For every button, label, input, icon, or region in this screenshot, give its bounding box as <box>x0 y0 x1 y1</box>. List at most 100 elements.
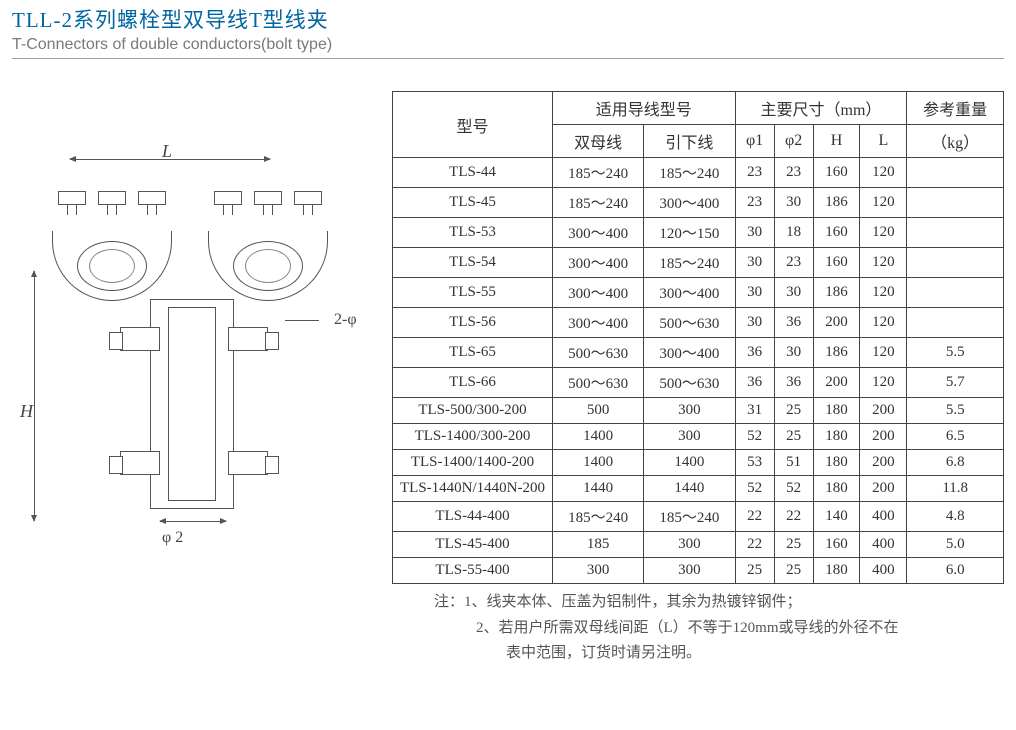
cell-lead: 1440 <box>644 476 735 502</box>
cell-H: 180 <box>813 424 860 450</box>
table-row: TLS-1400/300-200140030052251802006.5 <box>393 424 1004 450</box>
cell-L: 120 <box>860 338 907 368</box>
table-row: TLS-44185～240185～2402323160120 <box>393 158 1004 188</box>
page-title-cn: TLL-2系列螺栓型双导线T型线夹 <box>12 4 1004 34</box>
cell-kg <box>907 158 1004 188</box>
th-main-dim: 主要尺寸（mm） <box>735 92 907 125</box>
cell-phi2: 25 <box>774 558 813 584</box>
cell-H: 160 <box>813 248 860 278</box>
cell-bus: 185～240 <box>553 188 644 218</box>
cell-kg: 5.5 <box>907 398 1004 424</box>
cell-model: TLS-1400/300-200 <box>393 424 553 450</box>
cell-phi1: 23 <box>735 158 774 188</box>
cell-lead: 185～240 <box>644 158 735 188</box>
cell-L: 120 <box>860 368 907 398</box>
cell-phi1: 30 <box>735 248 774 278</box>
cell-model: TLS-45-400 <box>393 532 553 558</box>
cell-H: 180 <box>813 450 860 476</box>
cell-phi2: 25 <box>774 424 813 450</box>
dim-label-phi2: φ 2 <box>162 529 183 547</box>
cell-bus: 300 <box>553 558 644 584</box>
cell-phi1: 23 <box>735 188 774 218</box>
cell-bus: 185 <box>553 532 644 558</box>
cell-L: 400 <box>860 502 907 532</box>
th-L: L <box>860 125 907 158</box>
cell-model: TLS-65 <box>393 338 553 368</box>
cell-H: 186 <box>813 188 860 218</box>
cell-lead: 300～400 <box>644 188 735 218</box>
th-phi2: φ2 <box>774 125 813 158</box>
cell-phi1: 22 <box>735 502 774 532</box>
cell-phi1: 53 <box>735 450 774 476</box>
cell-phi1: 52 <box>735 476 774 502</box>
cell-model: TLS-45 <box>393 188 553 218</box>
cell-H: 180 <box>813 398 860 424</box>
cell-H: 180 <box>813 558 860 584</box>
cell-phi2: 30 <box>774 338 813 368</box>
cell-L: 400 <box>860 532 907 558</box>
cell-kg <box>907 278 1004 308</box>
table-row: TLS-56300～400500～6303036200120 <box>393 308 1004 338</box>
th-model: 型号 <box>393 92 553 158</box>
cell-phi2: 52 <box>774 476 813 502</box>
cell-kg: 5.7 <box>907 368 1004 398</box>
cell-bus: 1400 <box>553 424 644 450</box>
cell-phi2: 23 <box>774 158 813 188</box>
cell-lead: 1400 <box>644 450 735 476</box>
cell-H: 180 <box>813 476 860 502</box>
cell-kg: 11.8 <box>907 476 1004 502</box>
cell-phi1: 31 <box>735 398 774 424</box>
cell-kg: 5.5 <box>907 338 1004 368</box>
table-row: TLS-65500～630300～40036301861205.5 <box>393 338 1004 368</box>
cell-L: 120 <box>860 158 907 188</box>
cell-lead: 300～400 <box>644 278 735 308</box>
table-row: TLS-44-400185～240185～24022221404004.8 <box>393 502 1004 532</box>
cell-bus: 300～400 <box>553 248 644 278</box>
cell-bus: 300～400 <box>553 308 644 338</box>
cell-phi1: 36 <box>735 368 774 398</box>
cell-kg: 5.0 <box>907 532 1004 558</box>
cell-bus: 1440 <box>553 476 644 502</box>
cell-L: 120 <box>860 248 907 278</box>
cell-phi2: 18 <box>774 218 813 248</box>
cell-phi1: 22 <box>735 532 774 558</box>
th-H: H <box>813 125 860 158</box>
dim-label-L: L <box>162 141 172 162</box>
cell-lead: 300～400 <box>644 338 735 368</box>
th-weight-unit: （kg） <box>907 125 1004 158</box>
cell-kg <box>907 218 1004 248</box>
cell-phi2: 25 <box>774 532 813 558</box>
cell-model: TLS-55-400 <box>393 558 553 584</box>
cell-kg: 6.5 <box>907 424 1004 450</box>
cell-phi2: 23 <box>774 248 813 278</box>
cell-L: 200 <box>860 450 907 476</box>
cell-kg: 6.0 <box>907 558 1004 584</box>
cell-phi2: 36 <box>774 308 813 338</box>
cell-lead: 185～240 <box>644 502 735 532</box>
cell-L: 120 <box>860 218 907 248</box>
cell-L: 120 <box>860 278 907 308</box>
technical-drawing: L <box>12 91 392 571</box>
spec-table: 型号 适用导线型号 主要尺寸（mm） 参考重量 双母线 引下线 φ1 φ2 H … <box>392 91 1004 584</box>
cell-kg <box>907 248 1004 278</box>
cell-phi2: 25 <box>774 398 813 424</box>
cell-L: 200 <box>860 424 907 450</box>
cell-model: TLS-66 <box>393 368 553 398</box>
cell-model: TLS-44 <box>393 158 553 188</box>
dim-label-2phi: 2-φ <box>334 311 357 329</box>
cell-phi2: 36 <box>774 368 813 398</box>
th-phi1: φ1 <box>735 125 774 158</box>
table-row: TLS-66500～630500～63036362001205.7 <box>393 368 1004 398</box>
cell-L: 400 <box>860 558 907 584</box>
cell-phi2: 30 <box>774 278 813 308</box>
cell-phi1: 52 <box>735 424 774 450</box>
cell-phi1: 25 <box>735 558 774 584</box>
table-row: TLS-45-40018530022251604005.0 <box>393 532 1004 558</box>
cell-model: TLS-500/300-200 <box>393 398 553 424</box>
cell-model: TLS-56 <box>393 308 553 338</box>
table-row: TLS-55300～400300～4003030186120 <box>393 278 1004 308</box>
cell-model: TLS-55 <box>393 278 553 308</box>
cell-lead: 300 <box>644 558 735 584</box>
cell-lead: 500～630 <box>644 308 735 338</box>
table-row: TLS-1400/1400-2001400140053511802006.8 <box>393 450 1004 476</box>
